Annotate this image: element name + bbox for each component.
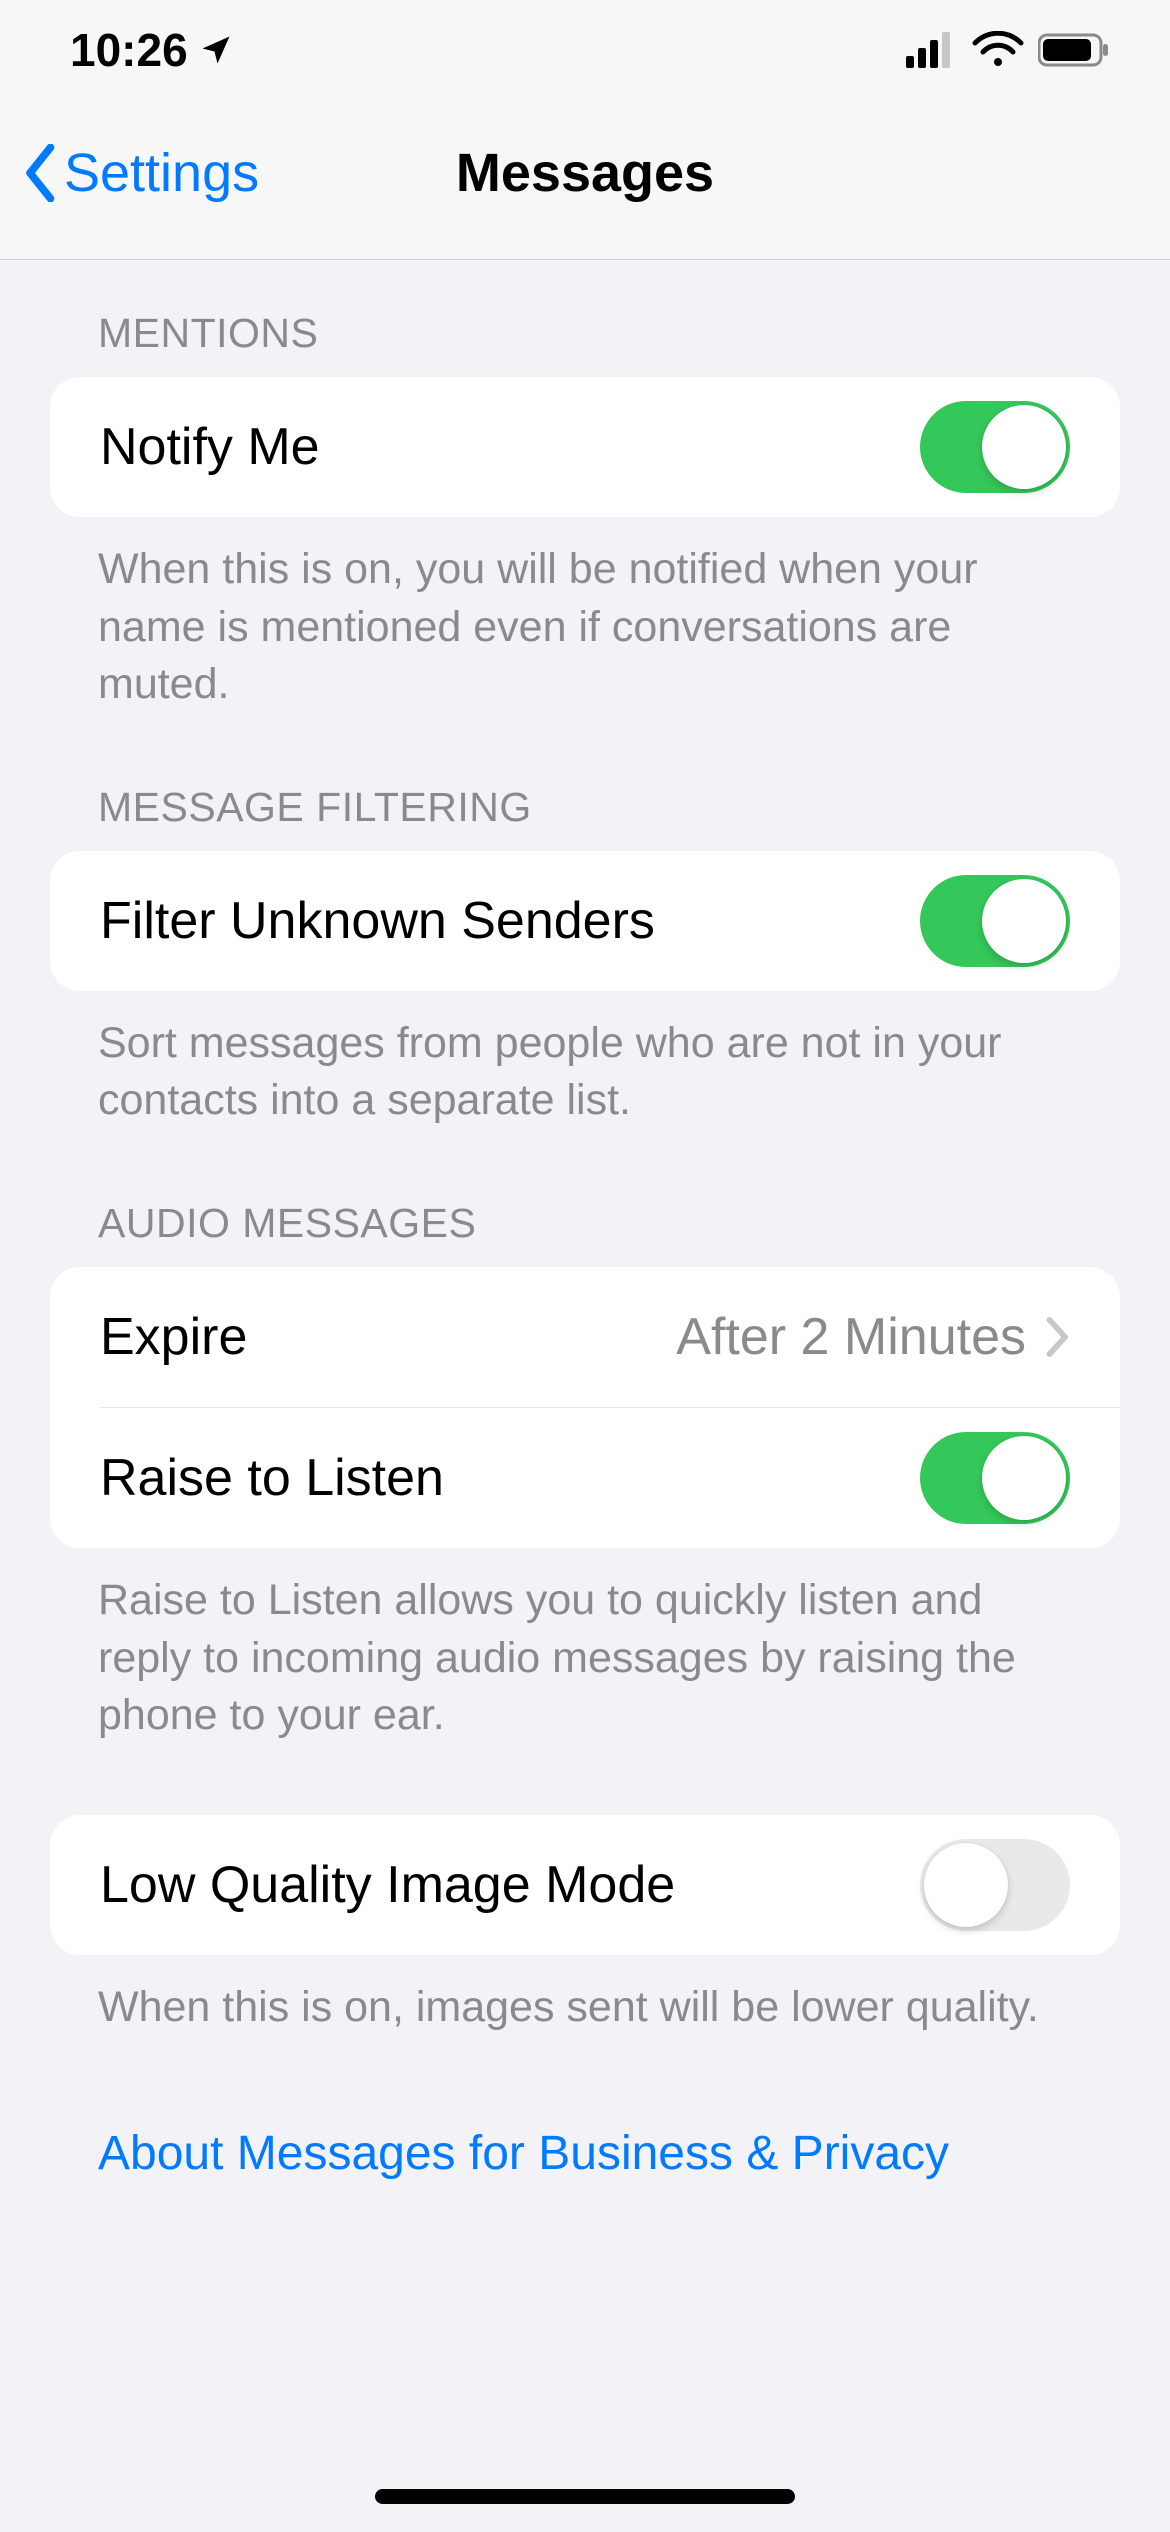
audio-group: Expire After 2 Minutes Raise to Listen [50,1267,1120,1548]
back-button[interactable]: Settings [24,142,259,204]
mentions-footer: When this is on, you will be notified wh… [50,517,1120,714]
low-quality-switch[interactable] [920,1839,1070,1931]
raise-to-listen-switch[interactable] [920,1432,1070,1524]
page-title: Messages [456,142,714,204]
chevron-left-icon [24,144,60,202]
switch-knob [982,1436,1066,1520]
back-label: Settings [64,142,259,204]
notify-me-label: Notify Me [100,417,320,477]
filter-unknown-row[interactable]: Filter Unknown Senders [50,851,1120,991]
switch-knob [924,1843,1008,1927]
filtering-group: Filter Unknown Senders [50,851,1120,991]
chevron-right-icon [1046,1317,1070,1357]
settings-content: MENTIONS Notify Me When this is on, you … [0,260,1170,2181]
section-header-mentions: MENTIONS [50,260,1120,377]
raise-to-listen-label: Raise to Listen [100,1448,444,1508]
expire-value: After 2 Minutes [676,1307,1026,1367]
expire-right: After 2 Minutes [676,1307,1070,1367]
cellular-icon [906,32,958,68]
home-indicator[interactable] [375,2489,795,2504]
wifi-icon [972,31,1024,69]
filter-unknown-label: Filter Unknown Senders [100,891,655,951]
about-privacy-link[interactable]: About Messages for Business & Privacy [50,2036,1120,2181]
switch-knob [982,405,1066,489]
filtering-footer: Sort messages from people who are not in… [50,991,1120,1130]
section-header-filtering: MESSAGE FILTERING [50,714,1120,851]
expire-row[interactable]: Expire After 2 Minutes [50,1267,1120,1407]
low-quality-footer: When this is on, images sent will be low… [50,1955,1120,2037]
low-quality-row[interactable]: Low Quality Image Mode [50,1815,1120,1955]
notify-me-switch[interactable] [920,401,1070,493]
expire-label: Expire [100,1307,247,1367]
status-right [906,31,1110,69]
audio-footer: Raise to Listen allows you to quickly li… [50,1548,1120,1745]
status-time-text: 10:26 [70,23,188,77]
battery-icon [1038,32,1110,68]
section-header-audio: AUDIO MESSAGES [50,1130,1120,1267]
status-time: 10:26 [70,23,234,77]
low-quality-group: Low Quality Image Mode [50,1815,1120,1955]
filter-unknown-switch[interactable] [920,875,1070,967]
raise-to-listen-row[interactable]: Raise to Listen [50,1408,1120,1548]
switch-knob [982,879,1066,963]
low-quality-label: Low Quality Image Mode [100,1855,675,1915]
navigation-bar: Settings Messages [0,100,1170,260]
location-icon [198,32,234,68]
mentions-group: Notify Me [50,377,1120,517]
status-bar: 10:26 [0,0,1170,100]
notify-me-row[interactable]: Notify Me [50,377,1120,517]
